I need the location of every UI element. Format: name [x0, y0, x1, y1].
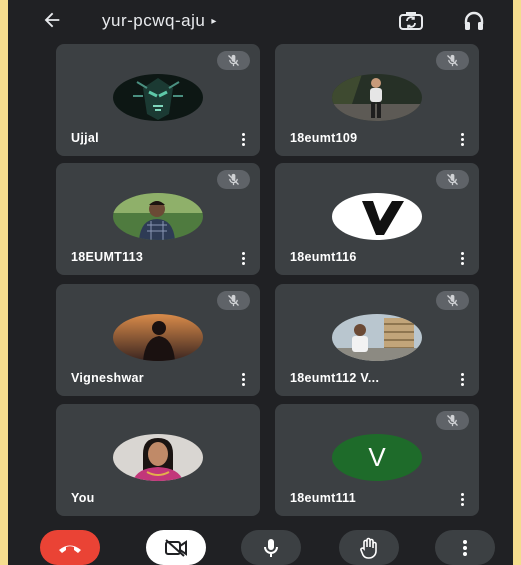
mic-off-icon	[217, 170, 250, 189]
mic-off-icon	[217, 291, 250, 310]
mic-off-icon	[436, 291, 469, 310]
top-bar: yur-pcwq-aju ▸	[8, 0, 513, 44]
microphone-button[interactable]	[241, 530, 301, 565]
call-controls	[8, 525, 513, 565]
meeting-info-caret-icon: ▸	[211, 16, 217, 27]
avatar	[332, 193, 422, 240]
more-options-icon[interactable]	[236, 250, 250, 266]
participant-tile[interactable]: Vigneshwar	[56, 284, 260, 396]
participant-tile[interactable]: 18eumt116	[275, 163, 479, 275]
back-arrow-icon[interactable]	[38, 9, 66, 33]
avatar	[113, 74, 203, 121]
avatar-initial: V	[332, 434, 422, 481]
participant-tile[interactable]: 18EUMT113	[56, 163, 260, 275]
more-options-icon[interactable]	[236, 371, 250, 387]
more-options-icon[interactable]	[455, 491, 469, 507]
participant-name: 18eumt109	[290, 131, 358, 145]
mic-off-icon	[436, 51, 469, 70]
more-options-icon[interactable]	[455, 371, 469, 387]
participant-tile[interactable]: Ujjal	[56, 44, 260, 156]
raise-hand-icon	[360, 537, 377, 559]
avatar	[113, 193, 203, 240]
avatar	[113, 434, 203, 481]
switch-camera-icon[interactable]	[398, 9, 424, 33]
mic-off-icon	[436, 411, 469, 430]
more-options-icon[interactable]	[455, 250, 469, 266]
video-off-icon	[165, 538, 187, 557]
more-options-button[interactable]	[435, 530, 495, 565]
mic-off-icon	[217, 51, 250, 70]
phone-hangup-icon	[59, 545, 81, 553]
mic-off-icon	[436, 170, 469, 189]
participant-tile[interactable]: V 18eumt111	[275, 404, 479, 516]
participant-tile[interactable]: 18eumt112 V...	[275, 284, 479, 396]
participant-name: 18eumt111	[290, 491, 356, 505]
participant-name: 18EUMT113	[71, 250, 144, 264]
participant-name: You	[71, 491, 95, 505]
headphones-icon[interactable]	[462, 9, 488, 33]
avatar	[332, 314, 422, 361]
participant-tile[interactable]: 18eumt109	[275, 44, 479, 156]
more-options-icon[interactable]	[236, 131, 250, 147]
participant-name: Vigneshwar	[71, 371, 144, 385]
participant-name: 18eumt116	[290, 250, 357, 264]
more-vert-icon	[463, 539, 467, 556]
meeting-code[interactable]: yur-pcwq-aju ▸	[102, 11, 217, 31]
avatar	[113, 314, 203, 361]
meet-screen: yur-pcwq-aju ▸ Ujjal 18eumt109 18EUMT113…	[8, 0, 513, 565]
raise-hand-button[interactable]	[339, 530, 399, 565]
camera-off-button[interactable]	[146, 530, 206, 565]
avatar	[332, 74, 422, 121]
end-call-button[interactable]	[40, 530, 100, 565]
more-options-icon[interactable]	[455, 131, 469, 147]
participant-name: Ujjal	[71, 131, 99, 145]
meeting-code-text: yur-pcwq-aju	[102, 11, 206, 30]
self-view-tile[interactable]: You	[56, 404, 260, 516]
participant-name: 18eumt112 V...	[290, 371, 380, 385]
microphone-icon	[264, 538, 278, 557]
avatar-initial-letter: V	[368, 442, 386, 472]
